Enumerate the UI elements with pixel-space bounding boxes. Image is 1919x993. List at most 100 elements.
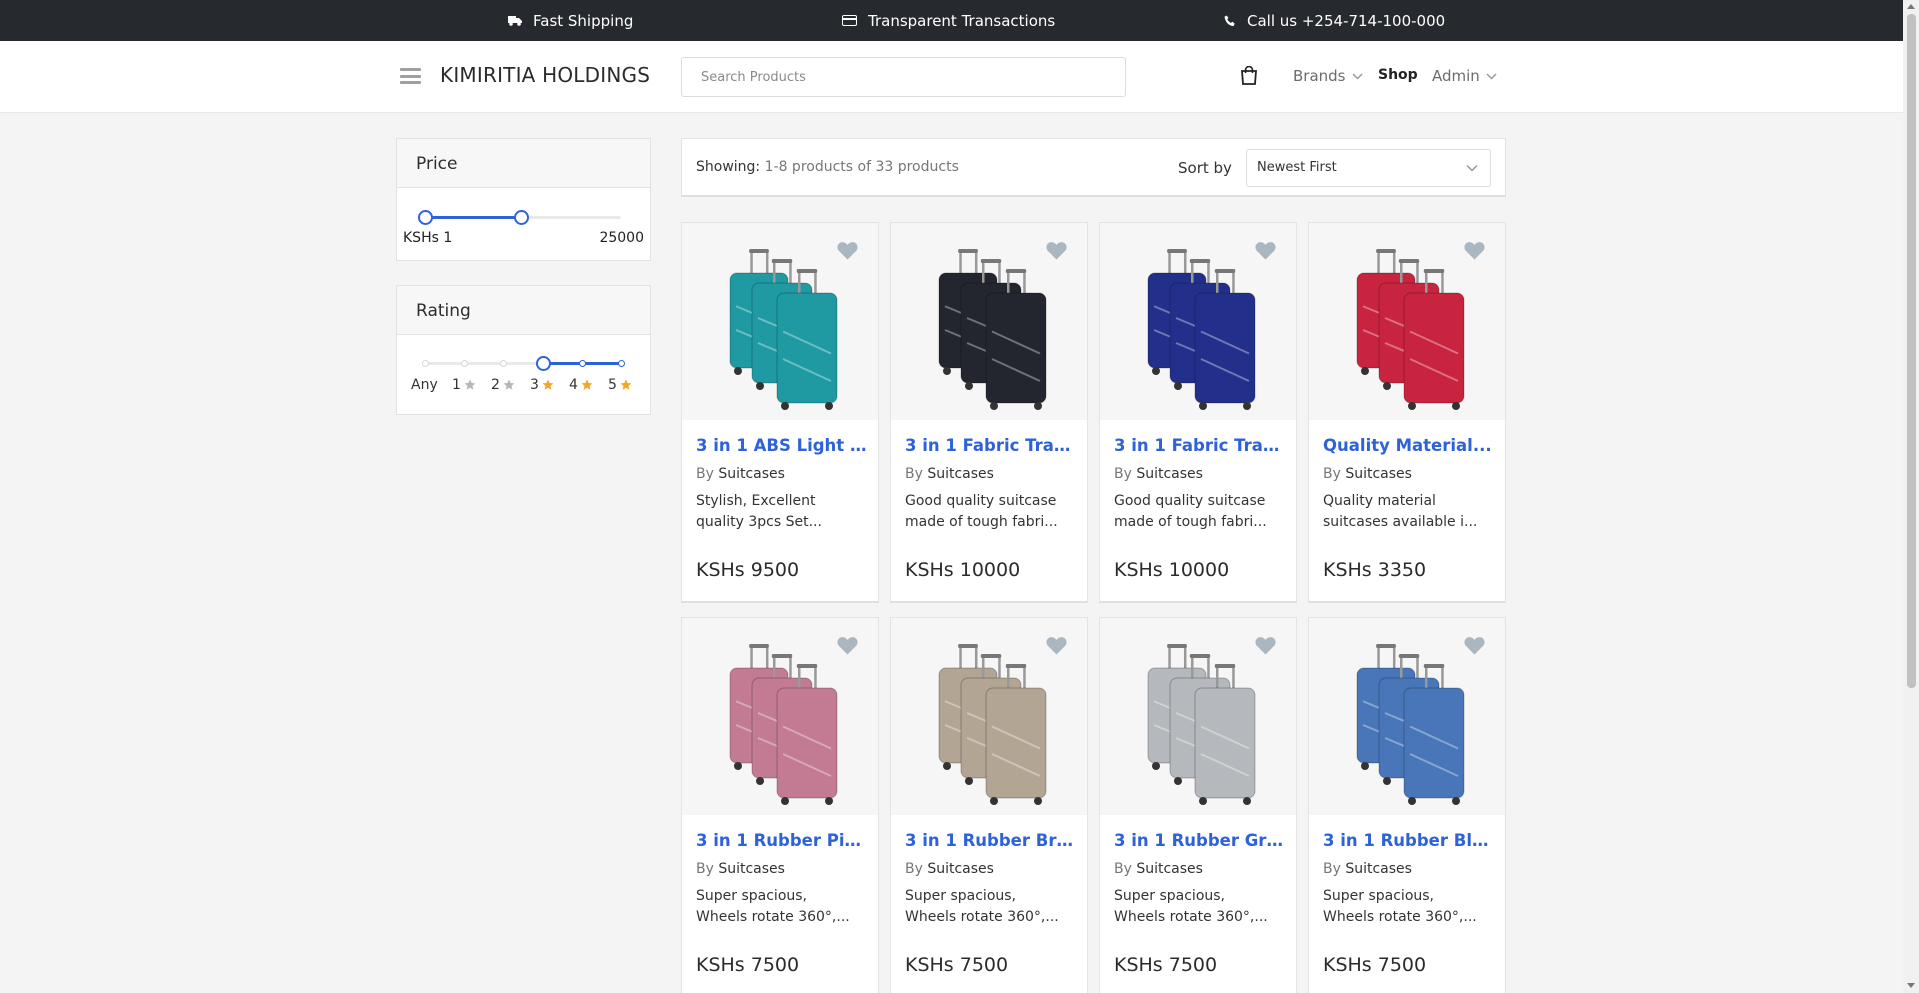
product-title[interactable]: 3 in 1 Fabric Trave... xyxy=(1114,436,1286,455)
product-description-line: Stylish, Excellent xyxy=(696,493,816,509)
product-card[interactable]: Quality Material... By Suitcases Quality m… xyxy=(1308,222,1506,603)
rating-option-1[interactable]: 1 xyxy=(452,377,476,393)
price-slider[interactable] xyxy=(418,209,621,225)
price-max-handle[interactable] xyxy=(514,210,530,225)
product-price: KSHs 7500 xyxy=(1323,954,1427,976)
product-description-line: Super spacious, xyxy=(905,888,1016,904)
product-brand-link[interactable]: Suitcases xyxy=(1136,861,1203,877)
scroll-up-icon[interactable] xyxy=(1907,3,1915,9)
product-brand: By Suitcases xyxy=(1323,861,1412,877)
product-card[interactable]: 3 in 1 Fabric Trave... By Suitcases Good q… xyxy=(1099,222,1297,603)
page-scrollbar[interactable] xyxy=(1903,0,1919,993)
star-icon xyxy=(464,379,476,390)
heart-icon[interactable] xyxy=(1464,636,1485,655)
rating-step-5[interactable] xyxy=(618,360,625,367)
price-min-handle[interactable] xyxy=(418,210,433,225)
announcement-bar: Fast Shipping Transparent Transactions C… xyxy=(0,0,1903,41)
product-card[interactable]: 3 in 1 Rubber Blue... By Suitcases Super s… xyxy=(1308,617,1506,993)
product-title[interactable]: 3 in 1 Rubber Grey... xyxy=(1114,831,1286,850)
rating-option-2[interactable]: 2 xyxy=(491,377,515,393)
menu-icon[interactable] xyxy=(400,68,421,84)
price-filter-title: Price xyxy=(397,139,650,188)
results-toolbar: Showing: 1-8 products of 33 products Sor… xyxy=(681,138,1506,197)
rating-option-any[interactable]: Any xyxy=(411,377,438,393)
product-description: Stylish, Excellent quality 3pcs Set... xyxy=(696,491,868,533)
product-title[interactable]: Quality Material... xyxy=(1323,436,1495,455)
nav-brands[interactable]: Brands xyxy=(1293,67,1363,85)
rating-step-any[interactable] xyxy=(422,360,429,367)
rating-step-2[interactable] xyxy=(500,360,507,367)
rating-option-3[interactable]: 3 xyxy=(530,377,554,393)
product-by-label: By xyxy=(905,466,923,482)
scroll-down-icon[interactable] xyxy=(1907,983,1915,989)
price-slider-fill xyxy=(425,216,522,219)
product-description-line: Super spacious, xyxy=(1114,888,1225,904)
product-by-label: By xyxy=(1323,861,1341,877)
product-description-line: Wheels rotate 360°,... xyxy=(1323,909,1477,925)
product-title[interactable]: 3 in 1 ABS Light Blu... xyxy=(696,436,868,455)
heart-icon[interactable] xyxy=(1046,241,1067,260)
product-brand-link[interactable]: Suitcases xyxy=(718,861,785,877)
product-by-label: By xyxy=(1323,466,1341,482)
rating-option-5[interactable]: 5 xyxy=(608,377,632,393)
price-filter: Price KSHs 1 25000 xyxy=(396,138,651,261)
product-card[interactable]: 3 in 1 Rubber Pink... By Suitcases Super s… xyxy=(681,617,879,993)
heart-icon[interactable] xyxy=(1046,636,1067,655)
product-card[interactable]: 3 in 1 Rubber Grey... By Suitcases Super s… xyxy=(1099,617,1297,993)
product-description: Super spacious, Wheels rotate 360°,... xyxy=(1114,886,1286,928)
phone-icon xyxy=(1224,15,1235,26)
product-card[interactable]: 3 in 1 Fabric Trave... By Suitcases Good q… xyxy=(890,222,1088,603)
nav-admin[interactable]: Admin xyxy=(1432,67,1497,85)
rating-handle[interactable] xyxy=(536,356,551,371)
rating-option-4[interactable]: 4 xyxy=(569,377,593,393)
product-description-line: Super spacious, xyxy=(696,888,807,904)
heart-icon[interactable] xyxy=(837,241,858,260)
heart-icon[interactable] xyxy=(1255,241,1276,260)
nav-shop-label: Shop xyxy=(1378,67,1418,83)
product-description-line: made of tough fabri... xyxy=(905,514,1058,530)
product-brand-link[interactable]: Suitcases xyxy=(927,861,994,877)
product-description-line: Super spacious, xyxy=(1323,888,1434,904)
product-card[interactable]: 3 in 1 Rubber Brow... By Suitcases Super s… xyxy=(890,617,1088,993)
results-count: Showing: 1-8 products of 33 products xyxy=(696,159,959,175)
scrollbar-thumb[interactable] xyxy=(1907,14,1916,688)
product-brand: By Suitcases xyxy=(905,861,994,877)
brand-logo[interactable]: KIMIRITIA HOLDINGS xyxy=(440,63,650,87)
search-input[interactable] xyxy=(681,57,1126,97)
nav-brands-label: Brands xyxy=(1293,67,1346,85)
rating-option-1-label: 1 xyxy=(452,377,461,393)
rating-slider[interactable] xyxy=(422,355,625,371)
chevron-down-icon xyxy=(1466,164,1478,172)
product-brand-link[interactable]: Suitcases xyxy=(1136,466,1203,482)
shopping-bag-icon[interactable] xyxy=(1241,66,1257,85)
product-title[interactable]: 3 in 1 Rubber Pink... xyxy=(696,831,868,850)
rating-option-4-label: 4 xyxy=(569,377,578,393)
product-description: Quality material suitcases available i... xyxy=(1323,491,1495,533)
star-icon xyxy=(542,379,554,390)
price-max-label: 25000 xyxy=(599,230,644,246)
product-by-label: By xyxy=(696,466,714,482)
sort-select[interactable]: Newest First xyxy=(1246,149,1491,187)
chevron-down-icon xyxy=(1486,72,1497,80)
product-title[interactable]: 3 in 1 Fabric Trave... xyxy=(905,436,1077,455)
product-title[interactable]: 3 in 1 Rubber Brow... xyxy=(905,831,1077,850)
product-brand: By Suitcases xyxy=(1323,466,1412,482)
star-icon xyxy=(620,379,632,390)
product-description-line: suitcases available i... xyxy=(1323,514,1478,530)
nav-shop[interactable]: Shop xyxy=(1378,67,1418,83)
product-brand-link[interactable]: Suitcases xyxy=(1345,861,1412,877)
product-brand-link[interactable]: Suitcases xyxy=(718,466,785,482)
product-description-line: Good quality suitcase xyxy=(905,493,1057,509)
product-title[interactable]: 3 in 1 Rubber Blue... xyxy=(1323,831,1495,850)
product-description-line: made of tough fabri... xyxy=(1114,514,1267,530)
heart-icon[interactable] xyxy=(1464,241,1485,260)
product-brand-link[interactable]: Suitcases xyxy=(1345,466,1412,482)
product-description: Good quality suitcase made of tough fabri… xyxy=(1114,491,1286,533)
product-brand-link[interactable]: Suitcases xyxy=(927,466,994,482)
rating-step-1[interactable] xyxy=(461,360,468,367)
product-card[interactable]: 3 in 1 ABS Light Blu... By Suitcases Styli… xyxy=(681,222,879,603)
product-brand: By Suitcases xyxy=(696,466,785,482)
rating-step-4[interactable] xyxy=(579,360,586,367)
heart-icon[interactable] xyxy=(837,636,858,655)
heart-icon[interactable] xyxy=(1255,636,1276,655)
